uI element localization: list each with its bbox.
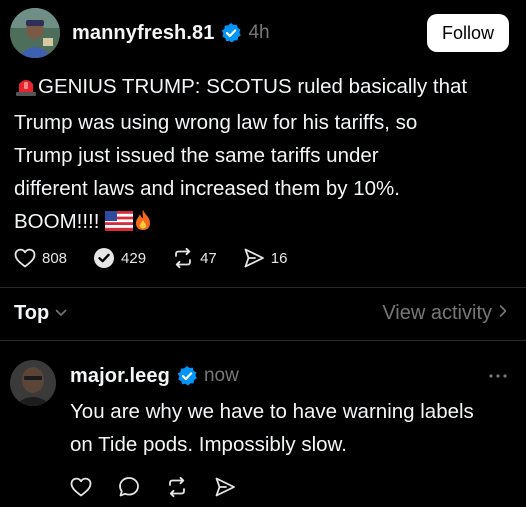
reply-share-button[interactable] [214, 476, 236, 498]
comment-count: 429 [121, 249, 147, 267]
comment-icon [118, 476, 140, 498]
post-text-line: BOOM!!!! [14, 205, 514, 241]
share-button[interactable]: 16 [243, 247, 288, 269]
view-activity-label: View activity [382, 302, 492, 324]
heart-icon [70, 477, 92, 497]
post-avatar[interactable] [10, 8, 60, 58]
share-icon [243, 247, 265, 269]
post-text: GENIUS TRUMP: SCOTUS ruled basically tha… [14, 70, 514, 241]
us-flag-emoji [105, 208, 134, 241]
reply-text-line: on Tide pods. Impossibly slow. [70, 433, 347, 456]
chevron-down-icon [55, 305, 67, 323]
more-icon [488, 366, 508, 384]
share-icon [214, 476, 236, 498]
post-text-line: different laws and increased them by 10%… [14, 177, 400, 200]
reply-actions [70, 474, 262, 500]
chevron-right-icon [498, 304, 508, 323]
post-header: mannyfresh.81 4h [72, 19, 270, 47]
reply-text-line: You are why we have to have warning labe… [70, 400, 474, 423]
reply-text: You are why we have to have warning labe… [70, 395, 520, 461]
post-text-line: GENIUS TRUMP: SCOTUS ruled basically tha… [14, 70, 514, 106]
more-options-button[interactable] [486, 366, 510, 384]
repost-count: 47 [200, 249, 217, 267]
post-timestamp: 4h [248, 22, 270, 43]
repost-icon [172, 247, 194, 269]
repost-button[interactable]: 47 [172, 247, 217, 269]
reply-repost-button[interactable] [166, 476, 188, 498]
reply-avatar[interactable] [10, 360, 56, 406]
divider [0, 287, 526, 288]
follow-button[interactable]: Follow [427, 14, 509, 52]
post-text-line: Trump was using wrong law for his tariff… [14, 111, 418, 134]
post-username[interactable]: mannyfresh.81 [72, 22, 214, 45]
heart-icon [14, 248, 36, 268]
comment-check-icon [93, 247, 115, 269]
sort-dropdown[interactable]: Top [14, 302, 67, 325]
like-button[interactable]: 808 [14, 248, 67, 268]
comment-button[interactable]: 429 [93, 247, 146, 269]
divider [0, 340, 526, 341]
reply-timestamp: now [203, 365, 239, 386]
reply-username[interactable]: major.leeg [70, 365, 170, 388]
rotating-light-emoji [14, 73, 38, 106]
like-count: 808 [42, 249, 68, 267]
view-activity-link[interactable]: View activity [382, 302, 508, 325]
reply-header: major.leeg now [70, 362, 239, 390]
sort-label: Top [14, 302, 50, 324]
share-count: 16 [270, 249, 288, 267]
post-text-line: Trump just issued the same tariffs under [14, 144, 379, 167]
reply-comment-button[interactable] [118, 476, 140, 498]
repost-icon [166, 476, 188, 498]
fire-emoji [133, 208, 153, 241]
verified-badge-icon [220, 22, 242, 44]
verified-badge-icon [176, 365, 198, 387]
reply-like-button[interactable] [70, 477, 92, 497]
post-actions: 808 429 47 16 [14, 245, 313, 271]
